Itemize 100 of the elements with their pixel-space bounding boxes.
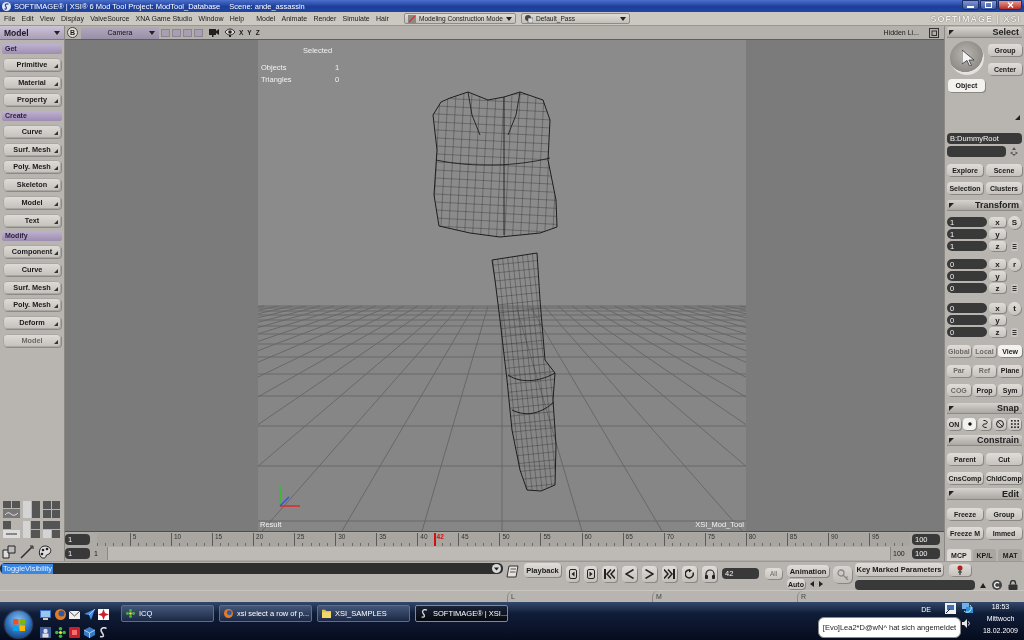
collapse-triangle-icon[interactable] (949, 29, 954, 35)
skip-forward-icon (664, 569, 675, 579)
timeline-ruler[interactable] (97, 532, 910, 546)
axis-button[interactable]: y (989, 315, 1006, 325)
person-icon[interactable] (40, 627, 51, 638)
key-field[interactable] (855, 580, 975, 590)
folder-icon (322, 609, 331, 618)
paper-plane-icon[interactable] (83, 609, 95, 620)
previous-frame-button[interactable] (566, 566, 579, 582)
transform-mode-button[interactable]: r (1008, 257, 1021, 271)
wand-icon[interactable] (20, 545, 34, 559)
start-button[interactable] (5, 611, 32, 638)
submenu-triangle-icon (54, 251, 58, 256)
axis-button[interactable]: x (989, 217, 1006, 227)
lock-icon[interactable] (1008, 580, 1018, 590)
flower-icon[interactable] (54, 627, 66, 638)
envelope-icon[interactable] (69, 609, 80, 620)
star-icon[interactable] (98, 609, 109, 620)
loop-button[interactable] (682, 566, 697, 582)
step-forward-icon (586, 569, 595, 579)
caret-icon (505, 16, 512, 21)
select-tool-button[interactable] (950, 41, 984, 75)
monitor-icon[interactable] (40, 609, 51, 620)
caret-icon (619, 16, 626, 21)
submenu-triangle-icon (54, 64, 58, 68)
window-icon[interactable] (944, 603, 956, 614)
submenu-triangle-icon (54, 166, 58, 171)
maximize-button[interactable] (980, 0, 997, 10)
minimize-button[interactable] (962, 0, 979, 10)
caret-icon (149, 30, 155, 35)
palette-icon[interactable] (38, 545, 52, 559)
axis-button[interactable]: x (989, 303, 1006, 313)
menu-lines-icon[interactable] (1011, 327, 1018, 337)
skip-back-icon (604, 569, 615, 579)
play-backward-button[interactable] (622, 566, 637, 582)
viewport-layout-icon[interactable] (3, 521, 20, 538)
viewport-layout-icon[interactable] (3, 501, 20, 518)
close-icon (1006, 2, 1014, 8)
cubes-icon[interactable] (2, 545, 16, 559)
panel-title: Snap (997, 403, 1019, 413)
snap-option-button[interactable] (978, 418, 991, 430)
transform-mode-button[interactable]: t (1008, 301, 1021, 315)
dropdown-circle-icon[interactable] (492, 564, 501, 573)
viewport-layout-icon[interactable] (23, 501, 40, 518)
panel-title: Select (992, 27, 1019, 37)
pin-icon (956, 564, 964, 575)
collapse-triangle-icon[interactable] (949, 437, 954, 443)
two-monitors-icon[interactable] (961, 603, 973, 614)
minimize-icon (967, 5, 974, 8)
spin-arrows-icon[interactable] (1010, 147, 1018, 156)
viewport-layout-icon[interactable] (43, 501, 60, 518)
axis-button[interactable]: z (989, 283, 1006, 293)
submenu-triangle-icon (54, 184, 58, 189)
panel-title: Edit (1002, 488, 1019, 499)
square-tile-icon[interactable] (69, 627, 80, 638)
submenu-triangle-icon (54, 81, 58, 86)
up-arrow-icon[interactable] (980, 582, 986, 588)
filter-field[interactable] (947, 146, 1006, 157)
corner-triangle-icon[interactable] (1015, 115, 1020, 120)
first-frame-button[interactable] (602, 566, 617, 582)
scroll-icon[interactable] (506, 565, 520, 579)
submenu-triangle-icon (54, 201, 58, 206)
globe-icon[interactable] (54, 609, 66, 620)
circle-c-icon[interactable] (992, 580, 1002, 590)
collapse-triangle-icon[interactable] (949, 405, 954, 411)
camera-icon[interactable] (209, 28, 219, 37)
left-arrow-icon[interactable] (810, 581, 814, 587)
submenu-triangle-icon (54, 148, 58, 153)
speaker-icon[interactable] (961, 619, 971, 628)
snap-option-button[interactable] (1008, 418, 1021, 430)
maximize-viewport-icon[interactable] (929, 27, 939, 38)
axis-button[interactable]: z (989, 327, 1006, 337)
viewport-layout-icon[interactable] (43, 521, 60, 538)
swirl-icon[interactable] (98, 627, 109, 638)
loop-icon (684, 569, 695, 579)
next-frame-button[interactable] (584, 566, 597, 582)
snap-option-button[interactable] (993, 418, 1006, 430)
right-arrow-icon[interactable] (819, 581, 823, 587)
last-frame-button[interactable] (662, 566, 677, 582)
menu-lines-icon[interactable] (1011, 241, 1018, 251)
key-options-button[interactable] (949, 563, 971, 576)
collapse-triangle-icon[interactable] (949, 491, 954, 496)
axis-gizmo-icon (279, 485, 301, 507)
flower-icon (126, 609, 135, 618)
layout-dropdown[interactable]: Model (0, 26, 64, 40)
transform-mode-button[interactable]: S (1008, 215, 1021, 229)
axis-button[interactable]: y (989, 229, 1006, 239)
snap-option-button[interactable] (963, 418, 976, 430)
close-button[interactable] (998, 0, 1022, 10)
axis-button[interactable]: x (989, 259, 1006, 269)
viewport-layout-icon[interactable] (23, 521, 40, 538)
menu-lines-icon[interactable] (1011, 283, 1018, 293)
axis-button[interactable]: z (989, 241, 1006, 251)
eye-icon[interactable] (225, 28, 235, 37)
current-frame-marker[interactable] (433, 532, 436, 546)
audio-button[interactable] (702, 566, 717, 582)
collapse-triangle-icon[interactable] (949, 202, 954, 208)
axis-button[interactable]: y (989, 271, 1006, 281)
cube-icon[interactable] (83, 627, 95, 638)
play-button[interactable] (642, 566, 657, 582)
